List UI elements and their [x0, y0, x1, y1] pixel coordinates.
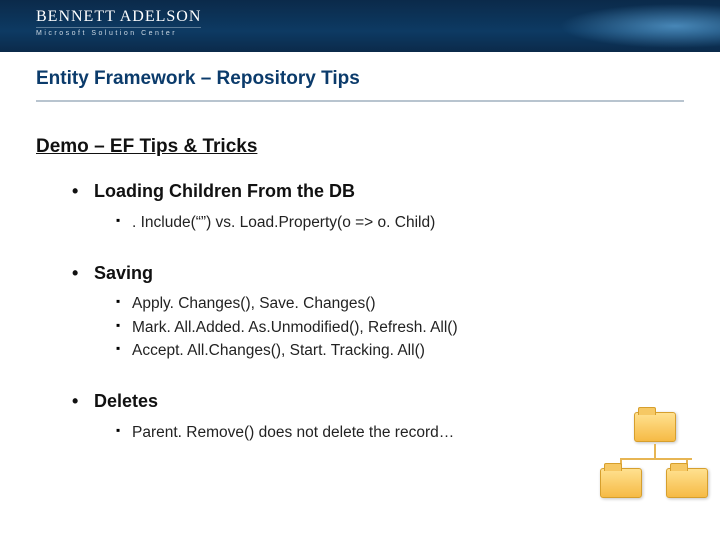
list-item: . Include(“”) vs. Load.Property(o => o. …: [116, 211, 660, 234]
connector: [620, 458, 692, 460]
content-area: Loading Children From the DB . Include(“…: [0, 180, 720, 444]
connector: [654, 444, 656, 458]
logo-main: BENNETT ADELSON: [36, 8, 201, 26]
list-item: Parent. Remove() does not delete the rec…: [116, 421, 660, 444]
sub-list: Apply. Changes(), Save. Changes() Mark. …: [72, 292, 660, 362]
logo: BENNETT ADELSON Microsoft Solution Cente…: [36, 8, 201, 37]
list-item: Apply. Changes(), Save. Changes(): [116, 292, 660, 315]
title-underline: [36, 100, 684, 102]
title-bar: Entity Framework – Repository Tips: [0, 52, 720, 96]
folder-icon: [600, 468, 642, 498]
slide-title: Entity Framework – Repository Tips: [36, 68, 684, 90]
header-band: BENNETT ADELSON Microsoft Solution Cente…: [0, 0, 720, 52]
section-heading: Saving: [72, 262, 660, 285]
section-saving: Saving Apply. Changes(), Save. Changes()…: [72, 262, 660, 362]
section-heading: Deletes: [72, 390, 660, 413]
list-item: Accept. All.Changes(), Start. Tracking. …: [116, 339, 660, 362]
section-deletes: Deletes Parent. Remove() does not delete…: [72, 390, 660, 444]
section-heading: Loading Children From the DB: [72, 180, 660, 203]
sub-list: Parent. Remove() does not delete the rec…: [72, 421, 660, 444]
header-shine: [540, 0, 720, 52]
folder-icon: [666, 468, 708, 498]
folder-icon: [634, 412, 676, 442]
folder-diagram-icon: [590, 412, 710, 522]
logo-sub: Microsoft Solution Center: [36, 27, 201, 37]
list-item: Mark. All.Added. As.Unmodified(), Refres…: [116, 316, 660, 339]
slide-subtitle: Demo – EF Tips & Tricks: [36, 136, 720, 158]
section-loading: Loading Children From the DB . Include(“…: [72, 180, 660, 234]
sub-list: . Include(“”) vs. Load.Property(o => o. …: [72, 211, 660, 234]
